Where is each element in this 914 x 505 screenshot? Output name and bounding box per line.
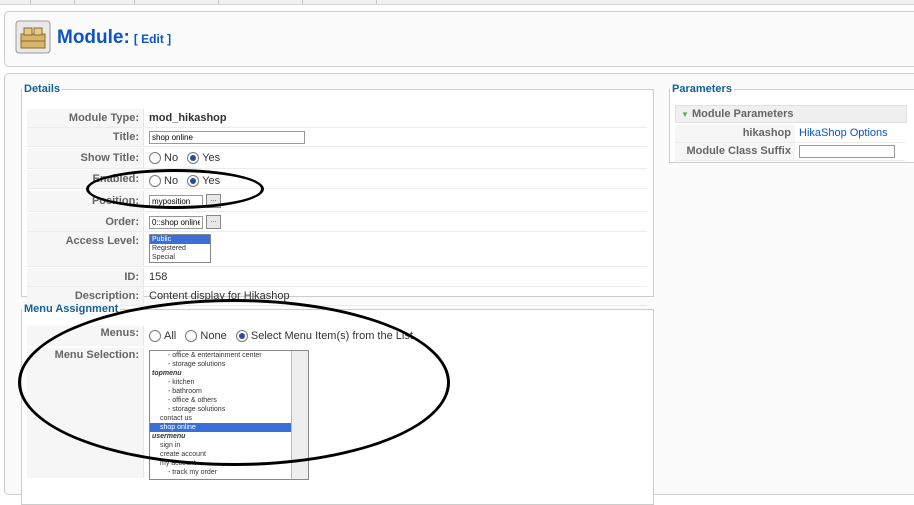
menu-list-item[interactable]: usermenu: [150, 432, 293, 441]
menus-none-label: None: [200, 330, 227, 342]
menu-assignment-fieldset: Menu Assignment Menus: All None Select M…: [21, 303, 654, 505]
row-show-title: Show Title: No Yes: [27, 148, 647, 169]
row-enabled: Enabled: No Yes: [27, 170, 647, 189]
details-fieldset: Details Module Type: mod_hikashop Title:…: [21, 83, 654, 306]
module-class-suffix-input[interactable]: [799, 145, 895, 158]
parameters-fieldset: Parameters ▼ Module Parameters hikashop …: [669, 83, 914, 163]
row-order: Order: ...: [27, 213, 647, 232]
module-type-label: Module Type:: [27, 109, 144, 127]
show-title-yes-radio[interactable]: [187, 152, 200, 165]
module-class-suffix-label: Module Class Suffix: [675, 143, 795, 160]
menu-list-item[interactable]: - bathroom: [150, 387, 293, 396]
menus-label: Menus:: [27, 326, 144, 346]
show-title-no-radio[interactable]: [149, 152, 161, 165]
menu-selection-label: Menu Selection:: [27, 348, 144, 478]
enabled-label: Enabled:: [27, 170, 144, 188]
order-input[interactable]: [149, 216, 203, 229]
menus-all-label: All: [164, 330, 177, 342]
title-label: Title:: [27, 128, 144, 146]
module-icon: [15, 20, 51, 54]
hikashop-options-link[interactable]: HikaShop Options: [799, 125, 888, 142]
access-option-public[interactable]: Public: [150, 235, 210, 244]
position-picker-button[interactable]: ...: [206, 194, 222, 209]
page-title: Module:[ Edit ]: [57, 27, 171, 49]
access-level-label: Access Level:: [27, 232, 144, 266]
menu-list-item[interactable]: create account: [150, 450, 293, 459]
details-legend: Details: [24, 83, 61, 95]
order-picker-button[interactable]: ...: [206, 215, 222, 230]
menu-list-item[interactable]: sign in: [150, 441, 293, 450]
menus-select-radio[interactable]: [235, 330, 248, 343]
access-option-special[interactable]: Special: [150, 253, 210, 262]
parameters-legend: Parameters: [672, 83, 732, 95]
row-module-class-suffix: Module Class Suffix: [675, 143, 905, 161]
position-input[interactable]: [149, 195, 203, 208]
menu-list-scrollbar[interactable]: [291, 351, 308, 479]
row-position: Position: ...: [27, 191, 647, 212]
menu-list-item[interactable]: - kitchen: [150, 378, 293, 387]
page-header: Module:[ Edit ]: [4, 11, 914, 67]
hikashop-label: hikashop: [675, 125, 795, 142]
menu-list-item[interactable]: - office & entertainment center: [150, 351, 293, 360]
menu-list-item[interactable]: topmenu: [150, 369, 293, 378]
row-menus: Menus: All None Select Menu Item(s) from…: [27, 326, 647, 346]
menus-all-radio[interactable]: [149, 330, 161, 343]
module-parameters-panel-header[interactable]: ▼ Module Parameters: [675, 105, 907, 123]
page-title-sub: [ Edit ]: [133, 32, 172, 46]
menu-list-item[interactable]: - office & others: [150, 396, 293, 405]
module-parameters-title: Module Parameters: [691, 108, 794, 120]
row-menu-selection: Menu Selection: - office & entertainment…: [27, 348, 647, 480]
menu-list-item[interactable]: contact us: [150, 414, 293, 423]
menu-list-item[interactable]: shop online: [150, 423, 293, 432]
row-id: ID: 158: [27, 268, 647, 287]
menu-list-item[interactable]: - storage solutions: [150, 405, 293, 414]
order-label: Order:: [27, 213, 144, 231]
title-input[interactable]: [149, 131, 305, 144]
menu-list-item[interactable]: my account: [150, 459, 293, 468]
menu-assignment-legend: Menu Assignment: [24, 303, 119, 315]
row-access-level: Access Level: Public Registered Special: [27, 232, 647, 267]
page-title-text: Module:: [57, 27, 130, 48]
id-value: 158: [149, 271, 168, 283]
show-title-no-label: No: [164, 152, 179, 164]
show-title-yes-label: Yes: [202, 152, 221, 164]
enabled-no-label: No: [164, 175, 179, 187]
show-title-label: Show Title:: [27, 148, 144, 168]
enabled-yes-label: Yes: [202, 175, 221, 187]
menus-select-label: Select Menu Item(s) from the List: [250, 330, 413, 342]
menu-list-item[interactable]: - storage solutions: [150, 360, 293, 369]
menu-selection-list[interactable]: - office & entertainment center - storage…: [149, 350, 309, 480]
row-module-type: Module Type: mod_hikashop: [27, 109, 647, 128]
row-title: Title:: [27, 128, 647, 147]
module-type-value: mod_hikashop: [149, 112, 227, 124]
top-toolbar-strip: [0, 0, 914, 5]
id-label: ID:: [27, 268, 144, 286]
main-panel: Details Module Type: mod_hikashop Title:…: [4, 73, 914, 505]
position-label: Position:: [27, 191, 144, 211]
expand-arrow-icon: ▼: [681, 110, 689, 119]
enabled-no-radio[interactable]: [149, 175, 161, 188]
enabled-yes-radio[interactable]: [187, 175, 200, 188]
menus-none-radio[interactable]: [185, 330, 198, 343]
row-hikashop: hikashop HikaShop Options: [675, 125, 905, 143]
access-option-registered[interactable]: Registered: [150, 244, 210, 253]
access-level-select[interactable]: Public Registered Special: [149, 234, 211, 263]
menu-list-item[interactable]: - track my order: [150, 468, 293, 477]
